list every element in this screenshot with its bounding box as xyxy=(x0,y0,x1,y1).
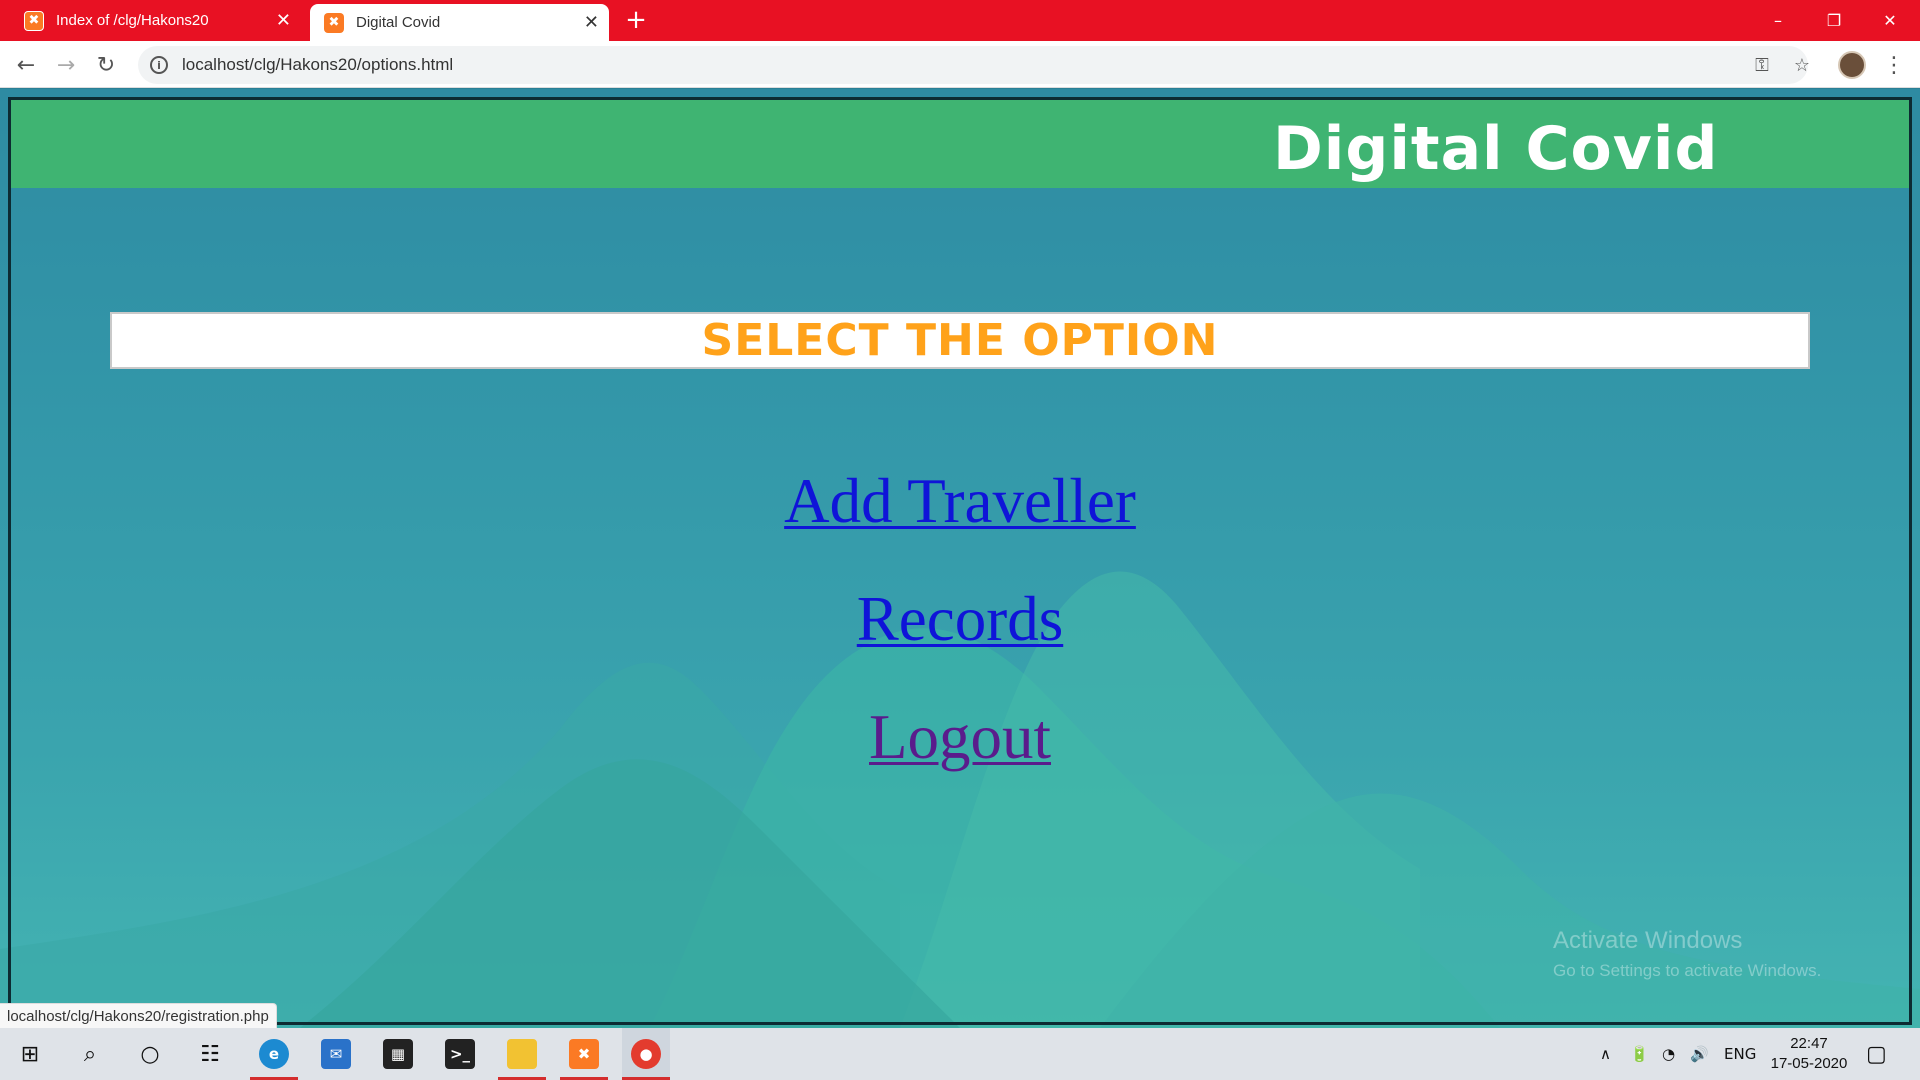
windows-start-icon[interactable]: ⊞ xyxy=(6,1028,54,1080)
back-arrow-icon[interactable]: ← xyxy=(10,49,42,81)
watermark-line-1: Activate Windows xyxy=(1553,927,1743,954)
edge-icon[interactable]: e xyxy=(250,1028,298,1080)
xampp-icon[interactable]: ✖ xyxy=(560,1028,608,1080)
tray-chevron-icon[interactable]: ∧ xyxy=(1600,1028,1611,1080)
windows-taskbar: ⊞ ⌕ ○ ☷ e ✉ ▦ >_ ✖ ● ∧ 🔋 ◔ 🔊 ENG 22:47 1… xyxy=(0,1028,1920,1080)
browser-tab-bar: ✖ Index of /clg/Hakons20 ✕ ✖ Digital Cov… xyxy=(0,0,1920,41)
profile-avatar[interactable] xyxy=(1838,51,1866,79)
battery-icon[interactable]: 🔋 xyxy=(1630,1028,1649,1080)
add-traveller-item: Add Traveller xyxy=(0,465,1920,538)
key-icon[interactable]: ⚿ xyxy=(1746,49,1778,81)
bookmark-star-icon[interactable]: ☆ xyxy=(1786,49,1818,81)
close-window-button[interactable]: ✕ xyxy=(1862,0,1918,41)
browser-toolbar: ← → ↻ i localhost/clg/Hakons20/options.h… xyxy=(0,41,1920,88)
add-traveller-link[interactable]: Add Traveller xyxy=(784,466,1136,536)
site-header: Digital Covid xyxy=(11,100,1909,188)
taskbar-clock[interactable]: 22:47 17-05-2020 xyxy=(1764,1034,1854,1074)
page-viewport: Digital Covid SELECT THE OPTION Add Trav… xyxy=(0,89,1920,1028)
records-link[interactable]: Records xyxy=(857,584,1063,654)
volume-icon[interactable]: 🔊 xyxy=(1690,1028,1709,1080)
clock-date: 17-05-2020 xyxy=(1770,1055,1848,1072)
restore-window-button[interactable]: ❐ xyxy=(1806,0,1862,41)
xampp-favicon-icon: ✖ xyxy=(324,12,344,33)
chrome-icon[interactable]: ● xyxy=(622,1028,670,1080)
terminal-icon[interactable]: >_ xyxy=(436,1028,484,1080)
search-icon[interactable]: ⌕ xyxy=(66,1028,114,1080)
status-bar-url: localhost/clg/Hakons20/registration.php xyxy=(0,1003,277,1029)
new-tab-button[interactable]: + xyxy=(622,5,650,35)
page-frame xyxy=(8,97,1912,1025)
logout-link[interactable]: Logout xyxy=(869,702,1051,772)
activate-windows-watermark: Activate Windows Go to Settings to activ… xyxy=(1553,927,1821,981)
tab-title: Index of /clg/Hakons20 xyxy=(56,12,209,29)
tab-title: Digital Covid xyxy=(356,14,441,31)
logout-item: Logout xyxy=(0,701,1920,774)
site-info-icon[interactable]: i xyxy=(150,56,168,74)
forward-arrow-icon[interactable]: → xyxy=(50,49,82,81)
records-item: Records xyxy=(0,583,1920,656)
tab-digital-covid[interactable]: ✖ Digital Covid ✕ xyxy=(310,4,609,41)
task-view-icon[interactable]: ☷ xyxy=(186,1028,234,1080)
watermark-line-2: Go to Settings to activate Windows. xyxy=(1553,961,1822,980)
tab-index-of-hakons20[interactable]: ✖ Index of /clg/Hakons20 ✕ xyxy=(0,0,305,41)
select-option-heading: SELECT THE OPTION xyxy=(701,315,1219,366)
minimize-window-button[interactable]: – xyxy=(1750,0,1806,41)
close-tab-icon[interactable]: ✕ xyxy=(584,12,599,33)
xampp-favicon-icon: ✖ xyxy=(24,10,44,31)
clock-time: 22:47 xyxy=(1790,1035,1828,1052)
close-tab-icon[interactable]: ✕ xyxy=(276,10,291,31)
menu-kebab-icon[interactable]: ⋮ xyxy=(1880,49,1908,81)
wifi-icon[interactable]: ◔ xyxy=(1662,1028,1675,1080)
language-indicator[interactable]: ENG xyxy=(1724,1028,1756,1080)
select-option-banner: SELECT THE OPTION xyxy=(110,312,1810,369)
mail-icon[interactable]: ✉ xyxy=(312,1028,360,1080)
file-explorer-icon[interactable] xyxy=(498,1028,546,1080)
address-bar[interactable]: i localhost/clg/Hakons20/options.html xyxy=(138,46,1808,84)
cortana-icon[interactable]: ○ xyxy=(126,1028,174,1080)
reload-icon[interactable]: ↻ xyxy=(90,49,122,81)
notifications-icon[interactable]: ▢ xyxy=(1866,1028,1887,1080)
address-url[interactable]: localhost/clg/Hakons20/options.html xyxy=(182,55,453,75)
site-title: Digital Covid xyxy=(1273,114,1719,184)
store-icon[interactable]: ▦ xyxy=(374,1028,422,1080)
